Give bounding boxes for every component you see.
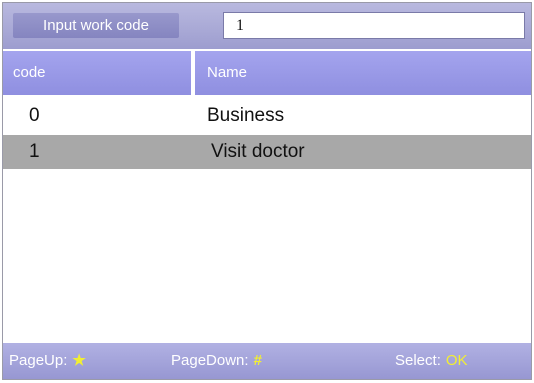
- column-header-code: code: [13, 64, 46, 81]
- row-name: Business: [207, 105, 285, 126]
- input-bar: Input work code 1: [3, 3, 531, 49]
- hash-key-icon: #: [253, 352, 262, 369]
- pagedown-label: PageDown:: [171, 352, 249, 369]
- pageup-label: PageUp:: [9, 352, 68, 369]
- ok-key-label: OK: [445, 352, 468, 369]
- footer-hints: PageUp: ★ PageDown: # Select: OK: [3, 343, 531, 379]
- column-divider: [191, 51, 195, 95]
- input-work-code-label: Input work code: [13, 13, 179, 38]
- pageup-hint: PageUp: ★: [9, 343, 86, 379]
- table-row[interactable]: 0 Business: [3, 99, 531, 133]
- table-row-selected[interactable]: 1 Visit doctor: [3, 135, 531, 169]
- row-code: 1: [29, 141, 40, 162]
- star-key-icon: ★: [72, 352, 86, 369]
- row-name: Visit doctor: [211, 141, 305, 162]
- select-label: Select:: [395, 352, 441, 369]
- column-header-name: Name: [207, 64, 248, 81]
- work-code-input[interactable]: 1: [223, 12, 525, 39]
- work-code-screen: Input work code 1 code Name 0 Business 1…: [2, 2, 532, 380]
- select-hint: Select: OK: [395, 343, 468, 379]
- pagedown-hint: PageDown: #: [171, 343, 262, 379]
- table-header: code Name: [3, 51, 531, 95]
- row-code: 0: [29, 105, 40, 126]
